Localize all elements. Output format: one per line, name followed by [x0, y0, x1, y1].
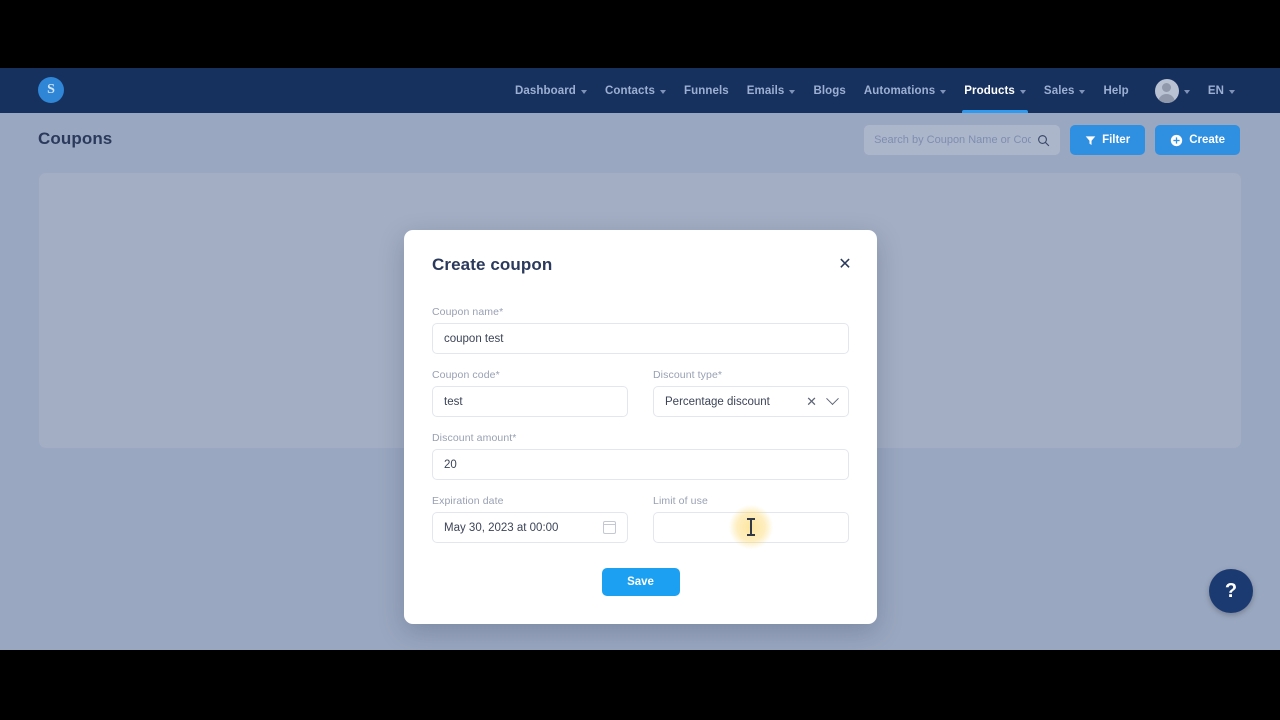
- plus-circle-icon: [1171, 134, 1183, 146]
- chevron-down-icon: [1019, 89, 1026, 94]
- logo-icon: S: [38, 77, 64, 103]
- nav-item-dashboard[interactable]: Dashboard: [506, 68, 596, 113]
- search-input[interactable]: [874, 134, 1032, 146]
- create-button-label: Create: [1189, 134, 1225, 146]
- page-header: Coupons Filter: [0, 113, 1280, 171]
- label-text: Expiration date: [432, 495, 504, 507]
- select-icons: ✕: [806, 392, 839, 408]
- screen: S Dashboard Contacts Funnels Emails Blog…: [0, 0, 1280, 720]
- input-discount-amount-value: 20: [444, 458, 457, 471]
- nav-label-products: Products: [964, 84, 1015, 97]
- create-coupon-modal: Create coupon ✕ Coupon name* coupon test: [404, 230, 877, 624]
- label-limit-of-use: Limit of use: [653, 495, 849, 507]
- nav-label-sales: Sales: [1043, 84, 1075, 97]
- language-label: EN: [1207, 84, 1224, 97]
- close-icon[interactable]: ✕: [837, 257, 853, 274]
- nav-item-contacts[interactable]: Contacts: [596, 68, 675, 113]
- input-coupon-code[interactable]: test: [432, 386, 628, 417]
- nav-item-help[interactable]: Help: [1094, 68, 1137, 113]
- required-mark: *: [717, 369, 723, 381]
- nav-items: Dashboard Contacts Funnels Emails Blogs: [506, 68, 1244, 113]
- chevron-down-icon: [1079, 89, 1086, 94]
- avatar: [1154, 78, 1179, 103]
- nav-label-dashboard: Dashboard: [514, 84, 576, 97]
- chevron-down-icon: [659, 89, 666, 94]
- filter-button-label: Filter: [1102, 134, 1131, 146]
- input-expiration-date-value: May 30, 2023 at 00:00: [444, 521, 559, 534]
- label-text: Discount amount: [432, 432, 513, 444]
- app-viewport: S Dashboard Contacts Funnels Emails Blog…: [0, 68, 1280, 650]
- nav-label-blogs: Blogs: [813, 84, 846, 97]
- select-discount-type-value: Percentage discount: [665, 395, 770, 408]
- required-mark: *: [495, 369, 500, 381]
- create-coupon-form: Coupon name* coupon test Coupon code* te…: [432, 306, 849, 558]
- nav-item-emails[interactable]: Emails: [738, 68, 805, 113]
- nav-item-blogs[interactable]: Blogs: [804, 68, 854, 113]
- nav-label-automations: Automations: [863, 84, 936, 97]
- nav-label-emails: Emails: [746, 84, 785, 97]
- calendar-icon[interactable]: [602, 521, 617, 534]
- label-coupon-name: Coupon name*: [432, 306, 849, 318]
- nav-item-funnels[interactable]: Funnels: [675, 68, 738, 113]
- chevron-down-icon[interactable]: [826, 392, 839, 406]
- field-expiration-date: Expiration date May 30, 2023 at 00:00: [432, 495, 628, 543]
- label-discount-amount: Discount amount*: [432, 432, 849, 444]
- filter-icon: [1085, 135, 1096, 145]
- save-button[interactable]: Save: [601, 568, 680, 596]
- help-button[interactable]: ?: [1209, 569, 1253, 613]
- nav-item-sales[interactable]: Sales: [1035, 68, 1095, 113]
- label-text: Coupon code: [432, 369, 496, 381]
- user-menu[interactable]: [1138, 68, 1199, 113]
- required-mark: *: [499, 306, 504, 318]
- select-discount-type[interactable]: Percentage discount ✕: [653, 386, 849, 417]
- modal-title: Create coupon: [432, 255, 553, 274]
- label-coupon-code: Coupon code*: [432, 369, 628, 381]
- page-title: Coupons: [38, 129, 113, 148]
- field-coupon-name: Coupon name* coupon test: [432, 306, 849, 354]
- question-mark-icon: ?: [1224, 579, 1238, 602]
- label-discount-type: Discount type*: [653, 369, 849, 381]
- header-tools: Filter Create: [864, 125, 1240, 155]
- nav-item-automations[interactable]: Automations: [855, 68, 955, 113]
- chevron-down-icon: [940, 89, 947, 94]
- nav-label-funnels: Funnels: [683, 84, 729, 97]
- chevron-down-icon: [1229, 89, 1235, 94]
- input-limit-of-use[interactable]: [653, 512, 849, 543]
- row-expiry-limit: Expiration date May 30, 2023 at 00:00 Li…: [432, 495, 849, 543]
- input-discount-amount[interactable]: 20: [432, 449, 849, 480]
- label-text: Discount type: [653, 369, 718, 381]
- chevron-down-icon: [580, 89, 587, 94]
- language-selector[interactable]: EN: [1199, 68, 1244, 113]
- chevron-down-icon: [789, 89, 796, 94]
- input-coupon-name-value: coupon test: [444, 332, 504, 345]
- app-logo[interactable]: S: [38, 77, 64, 103]
- field-discount-amount: Discount amount* 20: [432, 432, 849, 480]
- search-box[interactable]: [864, 125, 1061, 155]
- filter-button[interactable]: Filter: [1070, 125, 1146, 155]
- field-discount-type: Discount type* Percentage discount ✕: [653, 369, 849, 417]
- search-icon: [1038, 134, 1050, 146]
- input-coupon-code-value: test: [444, 395, 463, 408]
- required-mark: *: [512, 432, 517, 444]
- row-code-type: Coupon code* test Discount type* Percent…: [432, 369, 849, 417]
- nav-label-help: Help: [1103, 84, 1129, 97]
- create-button[interactable]: Create: [1155, 125, 1240, 155]
- nav-label-contacts: Contacts: [604, 84, 655, 97]
- input-coupon-name[interactable]: coupon test: [432, 323, 849, 354]
- field-limit-of-use: Limit of use: [653, 495, 849, 543]
- label-text: Coupon name: [432, 306, 500, 318]
- label-expiration-date: Expiration date: [432, 495, 628, 507]
- label-text: Limit of use: [653, 495, 708, 507]
- input-expiration-date[interactable]: May 30, 2023 at 00:00: [432, 512, 628, 543]
- top-navigation-bar: S Dashboard Contacts Funnels Emails Blog…: [0, 68, 1280, 113]
- nav-item-products[interactable]: Products: [955, 68, 1035, 113]
- clear-icon[interactable]: ✕: [806, 395, 817, 408]
- field-coupon-code: Coupon code* test: [432, 369, 628, 417]
- chevron-down-icon: [1183, 89, 1190, 94]
